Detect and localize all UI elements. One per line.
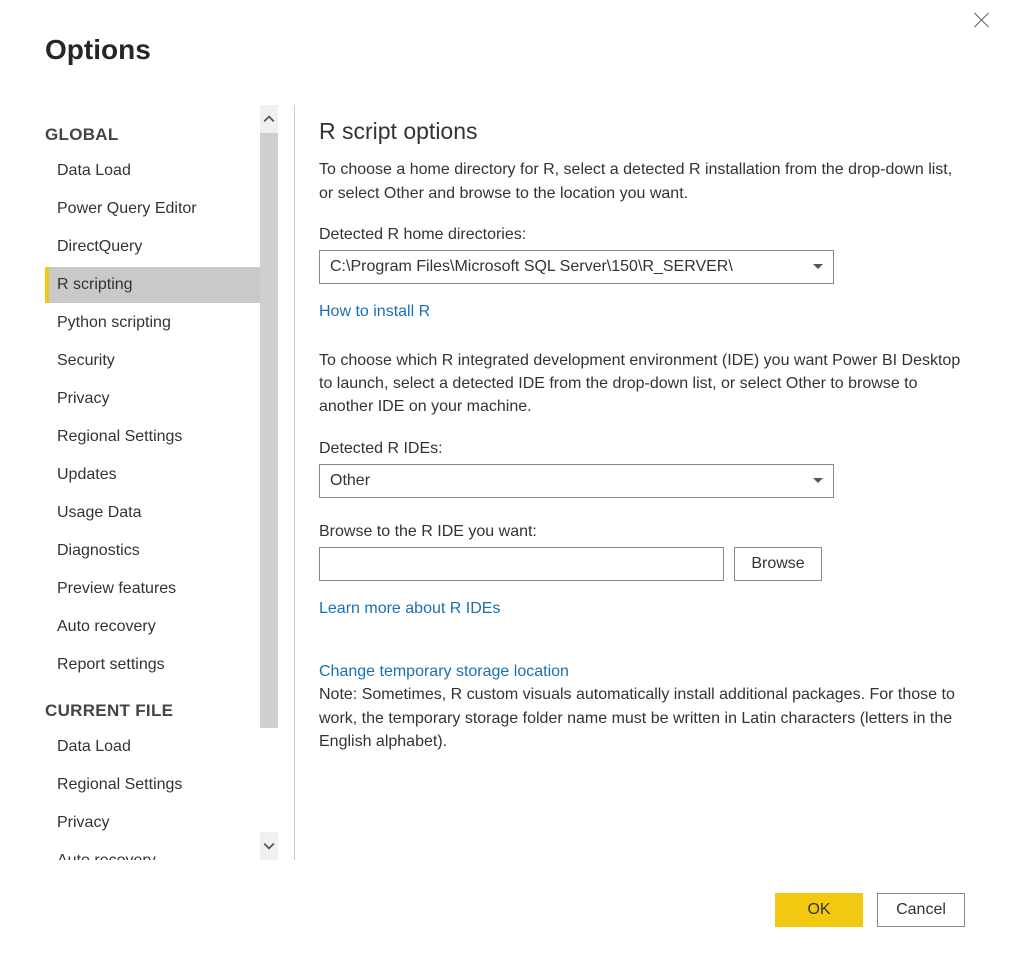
vertical-divider [294,105,295,860]
install-r-link[interactable]: How to install R [319,300,430,323]
chevron-up-icon [263,113,275,125]
home-dir-label: Detected R home directories: [319,223,965,246]
ide-label: Detected R IDEs: [319,437,965,460]
sidebar-item-privacy[interactable]: Privacy [45,805,260,841]
ide-dropdown[interactable]: Other [319,464,834,498]
home-dir-dropdown[interactable]: C:\Program Files\Microsoft SQL Server\15… [319,250,834,284]
dialog-footer: OK Cancel [775,893,965,927]
sidebar-item-preview-features[interactable]: Preview features [45,571,260,607]
browse-button[interactable]: Browse [734,547,822,581]
sidebar-section-header: CURRENT FILE [45,701,260,721]
dialog-title: Options [45,34,151,66]
sidebar-item-auto-recovery[interactable]: Auto recovery [45,843,260,860]
intro-paragraph: To choose a home directory for R, select… [319,158,965,204]
ide-value: Other [330,469,813,492]
sidebar-container: GLOBALData LoadPower Query EditorDirectQ… [45,105,278,860]
sidebar-section-header: GLOBAL [45,125,260,145]
chevron-down-icon [813,478,823,483]
chevron-down-icon [263,840,275,852]
sidebar-item-r-scripting[interactable]: R scripting [45,267,260,303]
content-pane: R script options To choose a home direct… [319,105,965,860]
sidebar-item-usage-data[interactable]: Usage Data [45,495,260,531]
sidebar-item-diagnostics[interactable]: Diagnostics [45,533,260,569]
browse-label: Browse to the R IDE you want: [319,520,965,543]
sidebar-item-directquery[interactable]: DirectQuery [45,229,260,265]
scroll-thumb[interactable] [260,133,278,728]
sidebar-item-power-query-editor[interactable]: Power Query Editor [45,191,260,227]
content-heading: R script options [319,115,965,148]
learn-ides-link[interactable]: Learn more about R IDEs [319,597,500,620]
sidebar-scrollbar[interactable] [260,105,278,860]
sidebar-item-security[interactable]: Security [45,343,260,379]
change-temp-storage-link[interactable]: Change temporary storage location [319,660,569,683]
sidebar: GLOBALData LoadPower Query EditorDirectQ… [45,105,260,860]
options-dialog: Options GLOBALData LoadPower Query Edito… [0,0,1010,955]
ide-intro-paragraph: To choose which R integrated development… [319,349,965,419]
sidebar-item-report-settings[interactable]: Report settings [45,647,260,683]
close-icon[interactable] [972,10,992,30]
sidebar-item-data-load[interactable]: Data Load [45,729,260,765]
scroll-down-button[interactable] [260,832,278,860]
sidebar-item-regional-settings[interactable]: Regional Settings [45,767,260,803]
scroll-up-button[interactable] [260,105,278,133]
chevron-down-icon [813,264,823,269]
sidebar-item-updates[interactable]: Updates [45,457,260,493]
sidebar-item-data-load[interactable]: Data Load [45,153,260,189]
temp-storage-note: Note: Sometimes, R custom visuals automa… [319,683,965,753]
sidebar-item-python-scripting[interactable]: Python scripting [45,305,260,341]
ide-path-input[interactable] [319,547,724,581]
ok-button[interactable]: OK [775,893,863,927]
sidebar-item-regional-settings[interactable]: Regional Settings [45,419,260,455]
sidebar-item-auto-recovery[interactable]: Auto recovery [45,609,260,645]
home-dir-value: C:\Program Files\Microsoft SQL Server\15… [330,255,813,278]
browse-row: Browse [319,547,965,581]
sidebar-item-privacy[interactable]: Privacy [45,381,260,417]
dialog-body: GLOBALData LoadPower Query EditorDirectQ… [45,105,965,860]
cancel-button[interactable]: Cancel [877,893,965,927]
